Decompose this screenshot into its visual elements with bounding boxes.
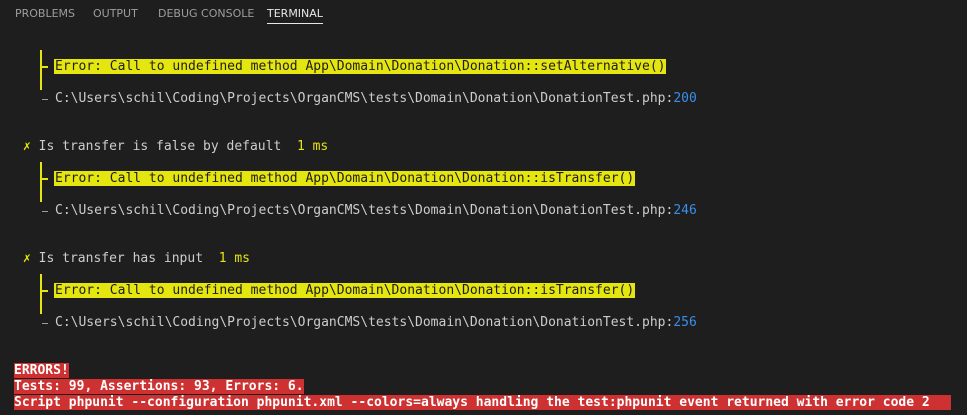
error-tick: [42, 290, 48, 292]
error-tick: [42, 66, 48, 68]
test-duration: 1 ms: [296, 139, 329, 154]
panel-tab-bar: PROBLEMS OUTPUT DEBUG CONSOLE TERMINAL: [0, 0, 967, 26]
script-error-line: Script phpunit --configuration phpunit.x…: [14, 395, 951, 410]
file-line-number: 200: [673, 91, 697, 106]
error-message: Error: Call to undefined method App\Doma…: [54, 59, 667, 75]
tab-terminal-label: TERMINAL: [267, 7, 323, 20]
error-gutter-line: [40, 162, 42, 202]
tab-terminal[interactable]: TERMINAL: [267, 7, 323, 24]
file-path-text: C:\Users\schil\Coding\Projects\OrganCMS\…: [55, 203, 674, 218]
error-message: Error: Call to undefined method App\Doma…: [54, 283, 636, 299]
test-name: Is transfer has input: [38, 251, 204, 266]
fail-mark-icon: ✗: [23, 251, 31, 266]
error-message: Error: Call to undefined method App\Doma…: [54, 171, 636, 187]
file-tick: [42, 211, 48, 212]
error-file-path[interactable]: C:\Users\schil\Coding\Projects\OrganCMS\…: [55, 91, 697, 107]
tests-summary: Tests: 99, Assertions: 93, Errors: 6.: [14, 379, 304, 394]
error-gutter-line: [40, 274, 42, 314]
failed-test-heading: ✗ Is transfer is false by default 1 ms: [23, 139, 328, 155]
error-message-text: Error: Call to undefined method App\Doma…: [54, 283, 636, 298]
tab-problems[interactable]: PROBLEMS: [15, 7, 75, 20]
errors-banner: ERRORS!: [14, 363, 69, 378]
file-line-number: 246: [673, 203, 697, 218]
panel: PROBLEMS OUTPUT DEBUG CONSOLE TERMINAL E…: [0, 0, 967, 415]
tab-output[interactable]: OUTPUT: [93, 7, 138, 20]
error-tick: [42, 178, 48, 180]
file-path-text: C:\Users\schil\Coding\Projects\OrganCMS\…: [55, 315, 674, 330]
error-file-path[interactable]: C:\Users\schil\Coding\Projects\OrganCMS\…: [55, 203, 697, 219]
test-duration: 1 ms: [218, 251, 250, 266]
file-tick: [42, 99, 48, 100]
file-line-number: 256: [673, 315, 697, 330]
tab-debug-console[interactable]: DEBUG CONSOLE: [158, 7, 254, 20]
test-name: Is transfer is false by default: [38, 139, 282, 154]
error-message-text: Error: Call to undefined method App\Doma…: [54, 171, 636, 186]
error-file-path[interactable]: C:\Users\schil\Coding\Projects\OrganCMS\…: [55, 315, 697, 331]
failed-test-heading: ✗ Is transfer has input 1 ms: [23, 251, 250, 267]
error-message-text: Error: Call to undefined method App\Doma…: [54, 59, 667, 74]
fail-mark-icon: ✗: [23, 139, 31, 154]
error-gutter-line: [40, 50, 42, 90]
active-tab-indicator: [267, 23, 323, 24]
file-tick: [42, 323, 48, 324]
file-path-text: C:\Users\schil\Coding\Projects\OrganCMS\…: [55, 91, 674, 106]
terminal-output[interactable]: Error: Call to undefined method App\Doma…: [0, 26, 967, 415]
